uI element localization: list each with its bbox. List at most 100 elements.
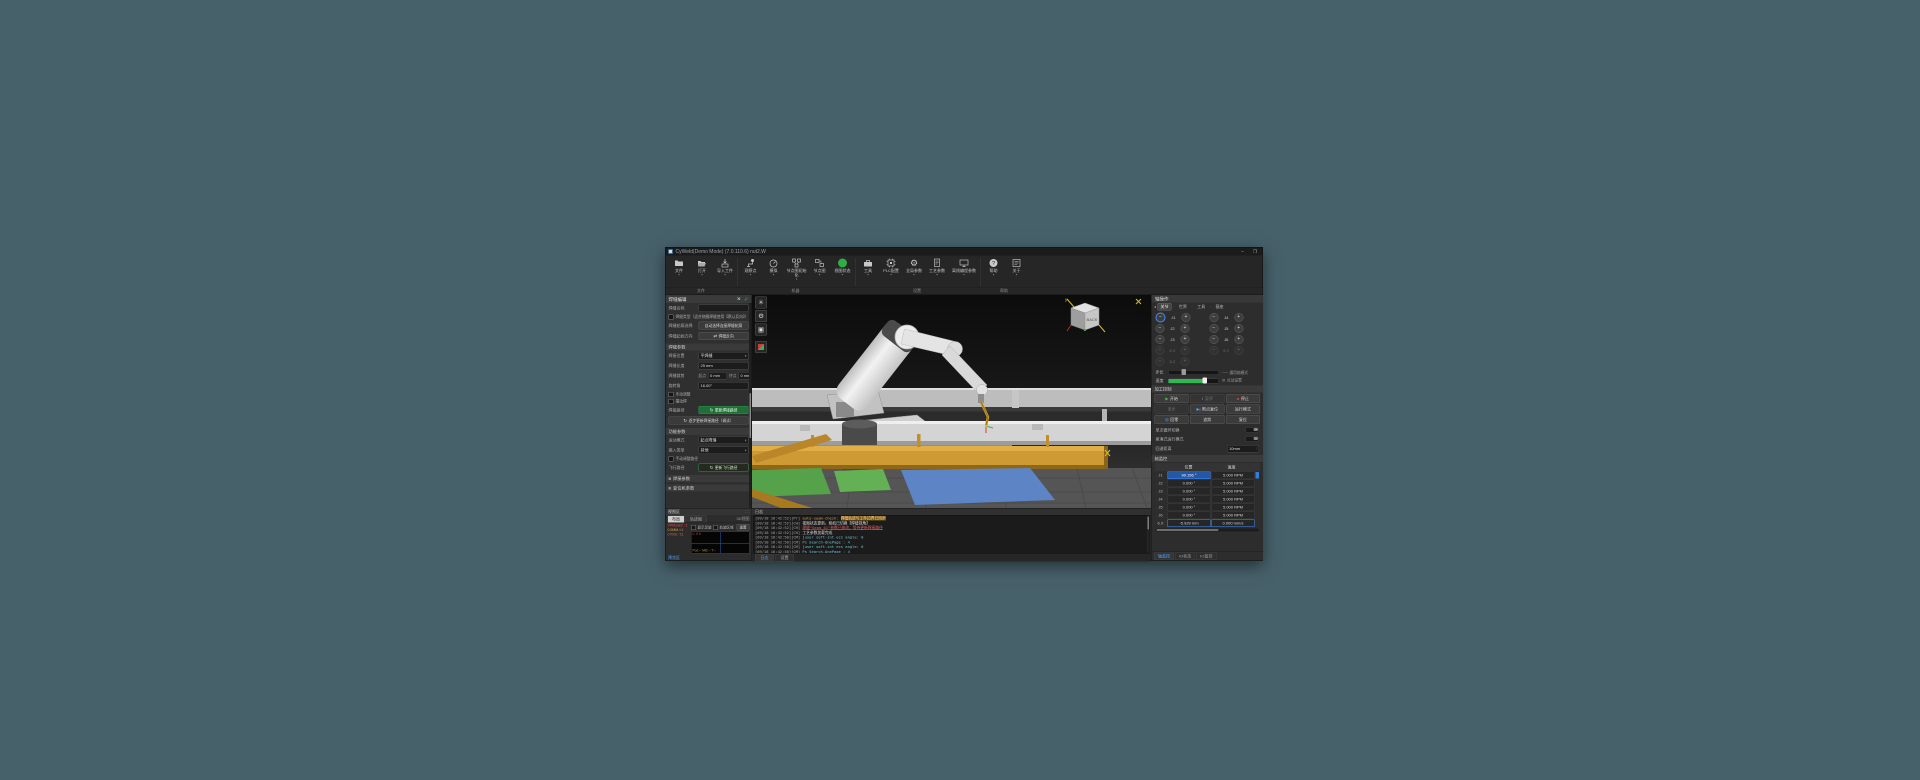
step-update-path-button[interactable]: ↻ 逐步更新焊接路径（调试） xyxy=(668,416,749,425)
reset-button[interactable]: 重置 xyxy=(736,524,750,531)
input-type-select[interactable]: 其他 ▾ xyxy=(698,446,749,454)
viewport-3d[interactable]: y BACK ✳ ⚙ ▣ xyxy=(752,295,1151,509)
jog-plus-6y[interactable]: + xyxy=(1234,346,1244,355)
toolbar-open[interactable]: 打开 ▾ xyxy=(691,257,714,288)
toolbar-about[interactable]: 关于 ▾ xyxy=(1005,257,1028,288)
jog-minus-j2[interactable]: − xyxy=(1155,324,1165,333)
jog-plus-6z[interactable]: + xyxy=(1180,357,1190,366)
manual-adjust-checkbox[interactable] xyxy=(668,392,674,397)
seam-loop-checkbox[interactable] xyxy=(668,314,674,320)
jog-minus-6x[interactable]: − xyxy=(1155,346,1165,355)
seam-params-section[interactable]: 焊缝参数 xyxy=(665,343,752,351)
trim-start-input[interactable]: 0 mm xyxy=(708,372,727,380)
jog-minus-j5[interactable]: − xyxy=(1209,324,1219,333)
viewport-settings-gear-icon[interactable]: ⚙ xyxy=(755,310,767,322)
toolbar-global-params[interactable]: ⚙ 全局参数 ▾ xyxy=(903,257,926,288)
collapse-arrow-icon[interactable]: ◂ xyxy=(1154,304,1156,309)
auto-contour-button[interactable]: 自动选择连接焊缝轮廓 xyxy=(698,321,749,330)
jog-plus-j5[interactable]: + xyxy=(1234,324,1244,333)
update-weld-path-button[interactable]: ↻ 更新焊接路径 xyxy=(698,406,749,414)
slider-knob[interactable] xyxy=(1202,377,1207,384)
reset-button[interactable]: 复位 xyxy=(1225,415,1260,424)
table-h-scrollbar[interactable] xyxy=(1155,528,1259,532)
scrollbar-thumb[interactable] xyxy=(749,393,751,438)
tab-io-monitor[interactable]: IO监控 xyxy=(1196,552,1217,560)
preview-footer-link[interactable]: 预览区 xyxy=(668,555,680,561)
jog-minus-6z[interactable]: − xyxy=(1155,357,1165,366)
scrollbar-thumb[interactable] xyxy=(1156,529,1219,531)
drag-handle-icon[interactable]: ⸬ xyxy=(745,509,749,515)
jog-plus-j4[interactable]: + xyxy=(1234,313,1244,322)
toolbar-offline-params[interactable]: 离线编程参数 ▾ xyxy=(949,257,980,288)
layout-thumbnail[interactable]: L: 0.0 Pos:-- Mid:-- T:-- xyxy=(691,531,750,554)
jog-minus-6y[interactable]: − xyxy=(1209,346,1219,355)
show-track-checkbox[interactable] xyxy=(691,524,696,530)
log-body[interactable]: [09/18 16:42:52][Pr] auto-seam-check: 焊缝… xyxy=(753,515,1150,554)
scrollbar-thumb[interactable] xyxy=(1147,516,1149,530)
jog-minus-j1[interactable]: − xyxy=(1155,312,1166,323)
tab-io-status[interactable]: IO状态 xyxy=(1175,552,1196,560)
toolbar-process-params[interactable]: 工艺参数 ▾ xyxy=(926,257,949,288)
single-step-button[interactable]: 单步 xyxy=(1154,404,1189,414)
tab-track[interactable]: 轨迹图 xyxy=(685,515,707,523)
slider-knob[interactable] xyxy=(1181,368,1186,375)
jog-plus-j3[interactable]: + xyxy=(1180,335,1190,344)
home-button[interactable]: ◎ 回零 xyxy=(1154,415,1189,424)
toolbar-node-graph[interactable]: 节点图 ▾ xyxy=(808,257,831,288)
trace-button[interactable]: 追踪 xyxy=(1190,415,1225,424)
table-row[interactable]: J6 0.000 ° 5.000 RPM xyxy=(1155,511,1261,519)
breakpoint-reset-button[interactable]: ▶| 断点复位 xyxy=(1190,404,1225,414)
mode-tool[interactable]: 工具 xyxy=(1194,303,1208,311)
run-mode-button[interactable]: 运行模式 xyxy=(1225,404,1260,414)
toolbar-plc-config[interactable]: PLC配置 ▾ xyxy=(880,257,903,288)
jog-plus-j1[interactable]: + xyxy=(1181,313,1191,322)
jog-settings-button[interactable]: ⚙ 点动设置 xyxy=(1222,378,1259,384)
toolbar-help[interactable]: ? 帮助 ▾ xyxy=(982,257,1005,288)
table-row[interactable]: J5 0.000 ° 5.000 RPM xyxy=(1155,503,1261,511)
positioner-params-section[interactable]: 变位机参数 xyxy=(665,484,752,492)
track-area-checkbox[interactable] xyxy=(713,524,718,530)
table-row[interactable]: J2 0.000 ° 5.000 RPM xyxy=(1155,479,1261,487)
toolbar-tools[interactable]: 工具 ▾ xyxy=(857,257,880,288)
tab-3d-view[interactable]: 3D视图 xyxy=(736,516,749,523)
toolbar-import-part[interactable]: 导入工件 ▾ xyxy=(714,257,737,288)
tab-layout[interactable]: 布局 xyxy=(667,515,685,523)
reverse-seam-button[interactable]: ⇄ 焊缝反向 xyxy=(698,332,749,340)
mode-world[interactable]: 世界 xyxy=(1176,303,1190,311)
stop-button[interactable]: ■ 停止 xyxy=(1225,394,1260,403)
rotate-angle-input[interactable]: 16.00° xyxy=(698,382,749,390)
compact-mode-toggle[interactable] xyxy=(1245,436,1259,442)
jog-minus-j3[interactable]: − xyxy=(1155,335,1165,344)
motion-mode-select[interactable]: 起点降落 ▾ xyxy=(698,436,749,444)
motion-params-section[interactable]: 功能参数 xyxy=(665,428,752,435)
manual-fly-checkbox[interactable] xyxy=(668,456,674,462)
single-cycle-toggle[interactable] xyxy=(1245,427,1259,433)
seam-length-input[interactable]: 25 mm xyxy=(698,362,749,370)
jog-plus-j2[interactable]: + xyxy=(1180,324,1190,333)
maximize-button[interactable]: ❐ xyxy=(1250,249,1260,255)
weave-checkbox[interactable] xyxy=(668,399,674,404)
speed-slider[interactable] xyxy=(1168,377,1219,384)
close-icon[interactable]: ✕ xyxy=(737,296,741,302)
table-row[interactable]: 6.X -5.929 mm 0.000 mm/s xyxy=(1155,519,1261,527)
pause-button[interactable]: ‖ 暂停 xyxy=(1190,394,1225,403)
seam-name-input[interactable] xyxy=(698,304,749,312)
table-row[interactable]: J4 0.000 ° 5.000 RPM xyxy=(1155,495,1261,503)
start-button[interactable]: ▶ 开始 xyxy=(1154,394,1189,403)
log-scrollbar[interactable] xyxy=(1147,515,1150,553)
jog-minus-j6[interactable]: − xyxy=(1209,335,1219,344)
table-row[interactable]: J3 0.000 ° 5.000 RPM xyxy=(1155,487,1261,495)
jog-plus-j6[interactable]: + xyxy=(1234,335,1244,344)
confirm-check-icon[interactable]: ✓ xyxy=(744,296,749,302)
weld-params-section[interactable]: 焊接参数 xyxy=(665,475,752,482)
jog-minus-j4[interactable]: − xyxy=(1209,313,1219,322)
measure-axes-icon[interactable] xyxy=(755,341,767,353)
tab-log[interactable]: 日志 xyxy=(755,553,774,562)
fit-view-icon[interactable]: ✳ xyxy=(755,296,767,309)
mode-joint[interactable]: 关节 xyxy=(1157,302,1172,311)
weld-position-select[interactable]: 平焊缝 ▾ xyxy=(698,352,749,360)
toolbar-node-graph-init[interactable]: 节点图初始化 ▾ xyxy=(785,257,808,288)
tab-axis-monitor[interactable]: 轴监控 xyxy=(1154,552,1174,560)
table-row[interactable]: J1 90.156 ° 5.000 RPM xyxy=(1155,471,1261,479)
mode-base[interactable]: 基座 xyxy=(1213,303,1227,311)
